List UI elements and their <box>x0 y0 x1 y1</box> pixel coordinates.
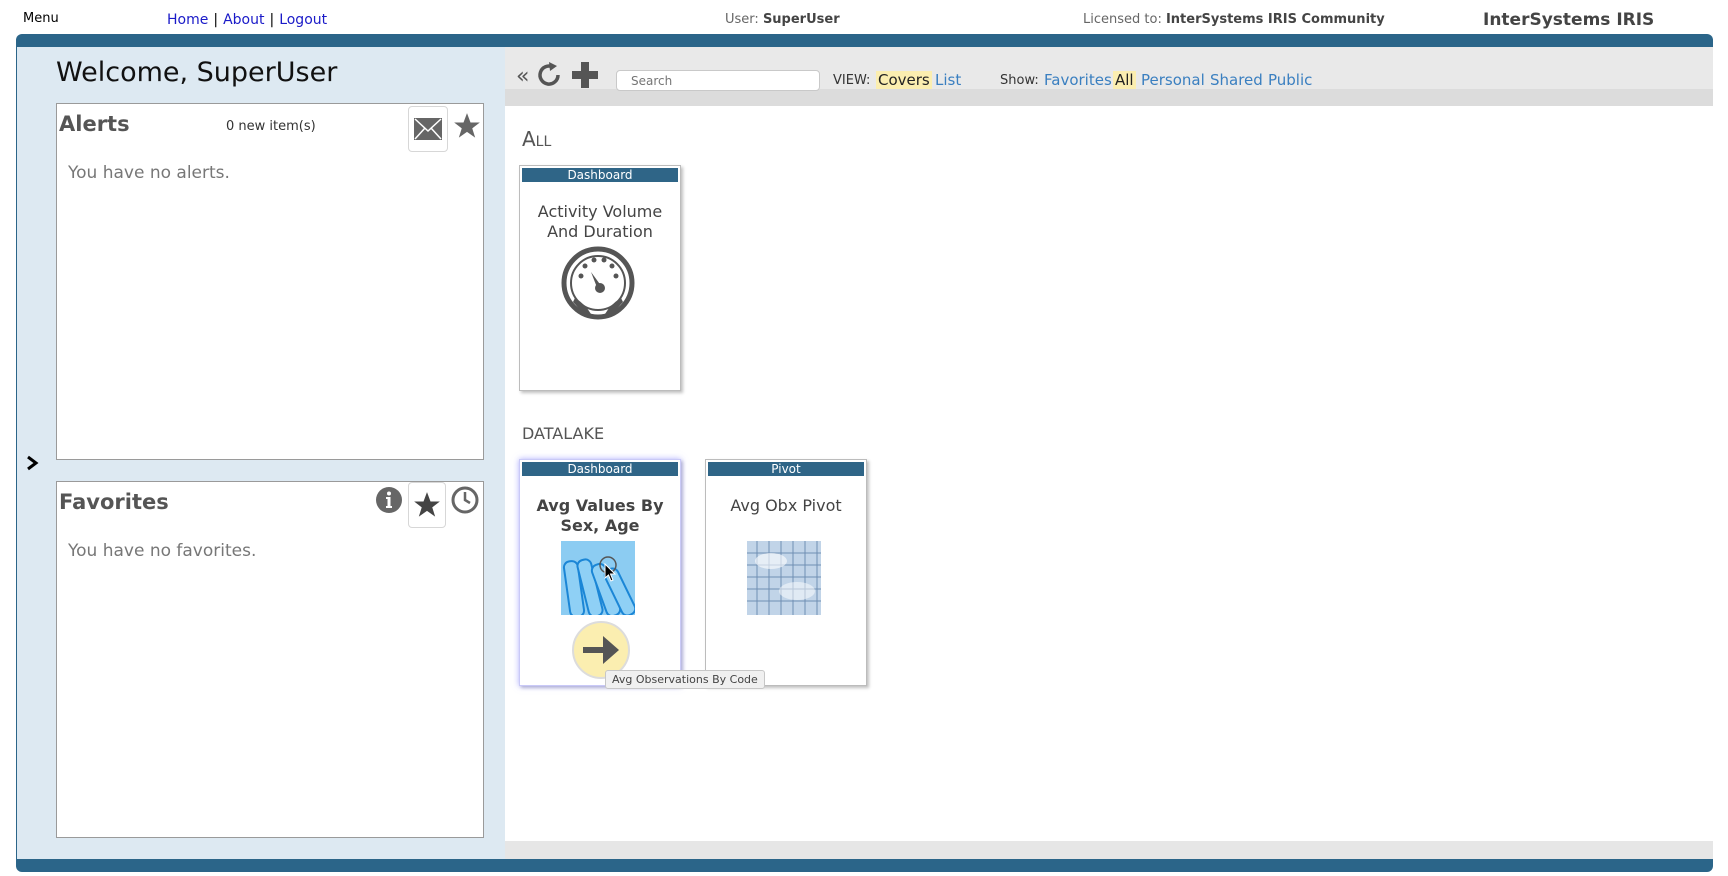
alerts-title: Alerts <box>59 112 130 136</box>
mouse-cursor-icon <box>604 562 618 583</box>
section-title-datalake: DATALAKE <box>522 424 605 443</box>
search-input[interactable] <box>616 70 820 91</box>
view-covers-option[interactable]: Covers <box>876 71 932 89</box>
card-title: Activity Volume And Duration <box>537 202 663 241</box>
info-icon[interactable] <box>371 482 407 518</box>
card-title: Avg Obx Pivot <box>730 496 842 515</box>
clock-icon[interactable] <box>447 482 483 518</box>
view-list-option[interactable]: List <box>933 71 963 89</box>
user-name: SuperUser <box>762 12 840 27</box>
show-shared-option[interactable]: Shared <box>1208 71 1265 89</box>
menu-button[interactable]: Menu <box>23 11 59 26</box>
expand-panel-icon[interactable] <box>24 455 40 471</box>
show-favorites-option[interactable]: Favorites <box>1042 71 1114 89</box>
home-link[interactable]: Home <box>167 12 208 28</box>
favorites-box: Favorites You have no favorites. <box>56 481 484 838</box>
card-type-label: Pivot <box>708 462 864 476</box>
show-public-option[interactable]: Public <box>1266 71 1314 89</box>
toolbar-strip <box>505 89 1713 106</box>
add-icon[interactable] <box>570 60 600 90</box>
bottom-strip <box>505 841 1713 859</box>
refresh-icon[interactable] <box>534 60 564 90</box>
show-all-option[interactable]: All <box>1113 71 1136 89</box>
section-title-all: All <box>522 127 552 151</box>
view-label: VIEW: <box>833 73 871 88</box>
card-title: Avg Values By Sex, Age <box>536 496 664 535</box>
test-tubes-thumbnail <box>561 541 637 618</box>
license-info: Licensed to: InterSystems IRIS Community <box>1083 12 1385 27</box>
favorites-empty-message: You have no favorites. <box>68 541 257 561</box>
gauge-icon <box>561 246 635 320</box>
alerts-count: 0 new item(s) <box>226 119 316 134</box>
card-type-label: Dashboard <box>522 168 678 182</box>
envelope-icon[interactable] <box>408 106 448 152</box>
licensed-label: Licensed to: <box>1083 12 1162 27</box>
alerts-empty-message: You have no alerts. <box>68 163 230 183</box>
alerts-box: Alerts 0 new item(s) You have no alerts. <box>56 103 484 460</box>
user-info: User: SuperUser <box>725 12 840 27</box>
show-personal-option[interactable]: Personal <box>1139 71 1207 89</box>
user-label: User: <box>725 12 759 27</box>
tooltip: Avg Observations By Code <box>605 670 765 689</box>
product-name: InterSystems IRIS <box>1483 10 1655 30</box>
collapse-icon[interactable]: « <box>516 64 529 89</box>
logout-link[interactable]: Logout <box>279 12 327 28</box>
show-label: Show: <box>1000 73 1039 88</box>
star-icon[interactable] <box>449 108 485 144</box>
welcome-title: Welcome, SuperUser <box>56 57 338 88</box>
star-icon[interactable] <box>408 482 446 528</box>
top-bar: Menu Home | About | Logout User: SuperUser L… <box>0 0 1728 34</box>
card-type-label: Dashboard <box>522 462 678 476</box>
dashboard-card[interactable]: Dashboard Activity Volume And Duration <box>519 165 681 391</box>
dashboard-card[interactable]: Dashboard Avg Values By Sex, Age <box>519 459 681 686</box>
licensed-name: InterSystems IRIS Community <box>1165 12 1385 27</box>
nav-links: Home | About | Logout <box>167 12 328 28</box>
content-panel <box>505 47 1713 859</box>
favorites-title: Favorites <box>59 490 169 514</box>
glass-building-thumbnail <box>747 541 821 615</box>
pivot-card[interactable]: Pivot Avg Obx Pivot <box>705 459 867 686</box>
about-link[interactable]: About <box>223 12 264 28</box>
